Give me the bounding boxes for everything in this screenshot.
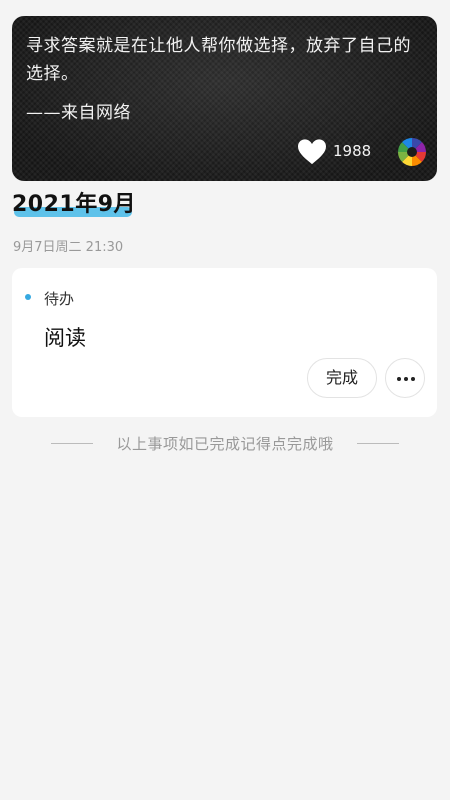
status-dot — [25, 294, 31, 300]
more-button[interactable] — [385, 358, 425, 398]
todo-title: 阅读 — [44, 326, 86, 350]
more-dots-icon — [397, 377, 401, 381]
done-button[interactable]: 完成 — [307, 358, 377, 398]
hint-divider-right — [357, 443, 399, 444]
month-header: 2021年9月 — [12, 188, 136, 222]
like-count: 1988 — [333, 142, 372, 160]
month-title: 2021年9月 — [12, 192, 137, 217]
quote-card: 寻求答案就是在让他人帮你做选择，放弃了自己的选择。 ——来自网络 1988 — [12, 16, 437, 181]
more-dots-icon-dot — [404, 377, 408, 381]
todo-card[interactable]: 待办 阅读 完成 — [12, 268, 437, 417]
entry-date-time: 9月7日周二 21:30 — [13, 240, 124, 255]
more-dots-icon-dot — [411, 377, 415, 381]
completion-hint: 以上事项如已完成记得点完成哦 — [0, 432, 450, 456]
quote-source: ——来自网络 — [26, 103, 131, 123]
camera-lens-icon[interactable] — [397, 137, 427, 167]
heart-icon[interactable] — [297, 138, 327, 166]
status-label: 待办 — [44, 290, 75, 308]
quote-text: 寻求答案就是在让他人帮你做选择，放弃了自己的选择。 — [26, 36, 411, 84]
